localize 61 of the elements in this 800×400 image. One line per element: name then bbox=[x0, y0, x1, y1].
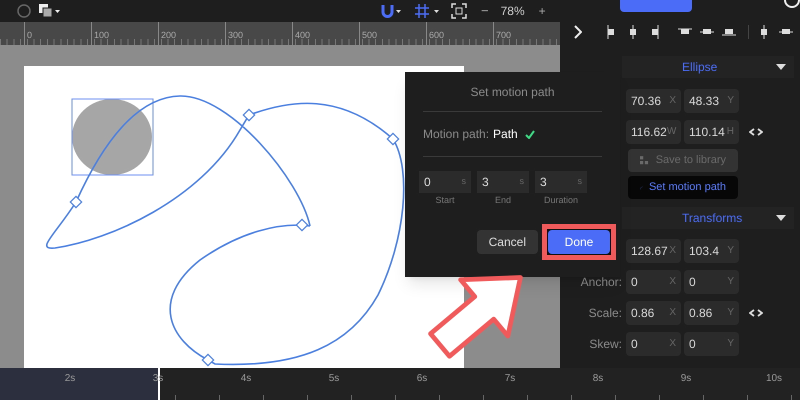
number-field[interactable]: 116.62W bbox=[626, 120, 681, 144]
link-icon[interactable] bbox=[749, 308, 763, 318]
zoom-in-button[interactable]: + bbox=[538, 2, 546, 20]
done-button[interactable]: Done bbox=[548, 230, 610, 254]
motion-path-value: Path bbox=[493, 126, 518, 143]
field-label: Scale: bbox=[588, 304, 622, 322]
motion-path[interactable] bbox=[46, 95, 404, 366]
set-motion-path-button[interactable]: Set motion path bbox=[628, 176, 738, 199]
layers-icon[interactable] bbox=[39, 4, 61, 18]
motion-path-label: Motion path: bbox=[423, 126, 490, 143]
number-field[interactable]: 0 X bbox=[626, 270, 681, 294]
caret-icon bbox=[776, 64, 786, 70]
time-label: 8s bbox=[592, 372, 604, 386]
magnet-icon[interactable] bbox=[381, 4, 403, 18]
number-field[interactable]: 128.67 X bbox=[626, 238, 681, 262]
number-field[interactable]: 48.33 Y bbox=[684, 88, 739, 112]
link-icon[interactable] bbox=[749, 126, 763, 136]
number-field[interactable]: 0 Y bbox=[684, 270, 739, 294]
time-label: 10s bbox=[766, 372, 782, 386]
ruler-label: 400 bbox=[295, 30, 310, 40]
time-field-label: Duration bbox=[544, 194, 578, 207]
library-icon bbox=[640, 154, 650, 166]
time-label: 7s bbox=[504, 372, 516, 386]
number-field[interactable]: 103.4 Y bbox=[684, 238, 739, 262]
number-field[interactable]: 0 X bbox=[626, 332, 681, 356]
ruler-label: 300 bbox=[228, 30, 244, 40]
time-label: 6s bbox=[416, 372, 428, 386]
zoom-out-button[interactable]: − bbox=[481, 1, 489, 21]
ruler-label: 200 bbox=[161, 30, 176, 40]
ruler-label: 500 bbox=[362, 30, 378, 40]
caret-icon bbox=[776, 215, 786, 221]
time-field-label: End bbox=[494, 194, 511, 207]
field-label: Anchor: bbox=[580, 274, 622, 290]
number-field[interactable]: 0 Y bbox=[684, 332, 739, 356]
number-field[interactable]: 70.36 X bbox=[626, 88, 681, 112]
section-header[interactable]: Transforms bbox=[622, 207, 794, 229]
ruler-label: 100 bbox=[94, 30, 110, 40]
dialog-title: Set motion path bbox=[423, 72, 602, 112]
time-label: 9s bbox=[680, 372, 692, 386]
field-label: Skew: bbox=[589, 336, 622, 352]
time-label: 2s bbox=[64, 372, 76, 386]
account-icon[interactable] bbox=[784, 0, 800, 10]
time-field[interactable]: 3 s bbox=[477, 171, 529, 193]
ruler-label: 0 bbox=[27, 30, 32, 40]
chevron-right-icon[interactable] bbox=[574, 25, 582, 39]
time-field[interactable]: 0 s bbox=[419, 171, 471, 193]
fit-screen-icon[interactable] bbox=[451, 3, 467, 19]
section-header[interactable]: Ellipse bbox=[622, 56, 794, 78]
time-field[interactable]: 3 s bbox=[535, 171, 587, 193]
grid-icon[interactable] bbox=[415, 4, 441, 18]
ruler-label: 600 bbox=[429, 30, 444, 40]
number-field[interactable]: 0.86 X bbox=[626, 300, 681, 324]
time-label: 4s bbox=[240, 372, 252, 386]
time-field-label: Start bbox=[435, 194, 454, 207]
ruler-label: 700 bbox=[496, 30, 512, 40]
cancel-button[interactable]: Cancel bbox=[476, 230, 538, 254]
shape-icon[interactable] bbox=[17, 4, 31, 18]
zoom-level: 78% bbox=[500, 3, 525, 20]
number-field[interactable]: 110.14 H bbox=[684, 120, 739, 144]
number-field[interactable]: 0.86 Y bbox=[684, 300, 739, 324]
time-label: 5s bbox=[328, 372, 340, 386]
